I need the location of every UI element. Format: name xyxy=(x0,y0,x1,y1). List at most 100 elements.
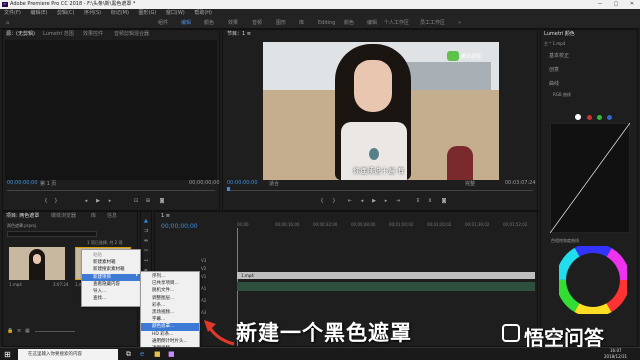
submenu-item-bars-tone[interactable]: 彩条... xyxy=(141,302,199,309)
menu-file[interactable]: 文件(F) xyxy=(0,9,25,17)
timeline-audio-clip[interactable] xyxy=(237,282,535,291)
timeline-ruler[interactable]: 00;00 00;00;16;00 00;00;32;00 00;00;48;0… xyxy=(237,222,535,234)
context-item-view-hidden[interactable]: 查看隐藏内容 xyxy=(82,281,140,288)
edge-icon[interactable]: e xyxy=(140,350,144,358)
minimize-button[interactable]: — xyxy=(592,0,608,9)
mark-out-icon[interactable]: } xyxy=(331,198,337,204)
submenu-item-offline-file[interactable]: 脱机文件... xyxy=(141,287,199,294)
track-select-tool-icon[interactable]: ⇉ xyxy=(144,228,148,234)
lock-icon[interactable]: 🔒 xyxy=(7,328,13,334)
workspace-tab[interactable]: 库 xyxy=(299,17,304,29)
lumetri-section-creative[interactable]: 创意 xyxy=(549,66,559,73)
go-to-in-icon[interactable]: ⇤ xyxy=(347,198,353,204)
home-icon[interactable]: ⌂ xyxy=(6,17,9,29)
context-item-new-item[interactable]: 新建项目 xyxy=(82,273,140,281)
menu-help[interactable]: 帮助(H) xyxy=(190,9,216,17)
mark-in-icon[interactable]: { xyxy=(43,198,49,204)
submenu-item-hd-bars[interactable]: HD 彩条... xyxy=(141,331,199,338)
step-back-icon[interactable]: ◂ xyxy=(83,198,89,204)
track-label-v1[interactable]: V1 xyxy=(201,274,206,279)
hue-curve-label[interactable]: 色相饱和度曲线 xyxy=(551,238,579,244)
camera-icon[interactable]: ◙ xyxy=(159,198,165,204)
source-timecode[interactable]: 00;00;00;00 xyxy=(7,180,38,186)
submenu-item-sequence[interactable]: 序列... xyxy=(141,273,199,280)
workspace-tab[interactable]: 员工工作区 xyxy=(420,17,445,29)
workspace-tab[interactable]: 颜色 xyxy=(344,17,354,29)
curve-channel-red[interactable] xyxy=(587,115,592,120)
tab-audio-mixer[interactable]: 音频剪辑混合器 xyxy=(114,30,149,38)
menu-graphics[interactable]: 图形(G) xyxy=(135,9,161,17)
play-icon[interactable]: ▶ xyxy=(371,198,377,204)
track-label-v3[interactable]: V3 xyxy=(201,258,206,263)
rgb-curve-graph[interactable] xyxy=(550,123,630,233)
program-timecode[interactable]: 00:00:00:00 xyxy=(227,180,258,186)
overwrite-icon[interactable]: ⊞ xyxy=(145,198,151,204)
tab-timeline[interactable]: 1 ≡ xyxy=(161,212,170,220)
timeline-timecode[interactable]: 00;00;00;00 xyxy=(161,223,198,230)
program-playhead[interactable] xyxy=(227,187,230,191)
workspace-tab[interactable]: 编辑 xyxy=(367,17,377,29)
resolution-select[interactable]: 完整 xyxy=(465,180,475,187)
go-to-out-icon[interactable]: ⇥ xyxy=(395,198,401,204)
source-page[interactable]: 第 1 页 xyxy=(40,180,56,187)
workspace-tab[interactable]: Editing xyxy=(318,17,335,29)
extract-icon[interactable]: ⊻ xyxy=(427,198,433,204)
context-item-import[interactable]: 导入... xyxy=(82,288,140,295)
menu-marker[interactable]: 标记(M) xyxy=(107,9,133,17)
slip-tool-icon[interactable]: ↔ xyxy=(144,258,148,264)
taskbar-search[interactable]: 在这里输入你要搜索的内容 xyxy=(18,349,118,360)
step-forward-icon[interactable]: ▸ xyxy=(383,198,389,204)
tab-lumetri-color[interactable]: Lumetri 颜色 xyxy=(544,30,575,38)
timeline-clip[interactable]: 1.mp4 xyxy=(237,272,535,279)
play-icon[interactable]: ▶ xyxy=(95,198,101,204)
workspace-tab[interactable]: 图形 xyxy=(276,17,286,29)
context-item-new-bin[interactable]: 新建素材箱 xyxy=(82,259,140,266)
mark-out-icon[interactable]: } xyxy=(53,198,59,204)
curve-channel-blue[interactable] xyxy=(607,115,612,120)
source-scrubber[interactable] xyxy=(7,190,215,191)
submenu-item-black-video[interactable]: 黑场视频... xyxy=(141,309,199,316)
ripple-edit-tool-icon[interactable]: ⇼ xyxy=(144,238,148,244)
step-back-icon[interactable]: ◂ xyxy=(359,198,365,204)
project-search-input[interactable] xyxy=(7,231,97,237)
track-label-v2[interactable]: V2 xyxy=(201,266,206,271)
camera-icon[interactable]: ◙ xyxy=(441,198,447,204)
project-thumbnail[interactable] xyxy=(9,247,65,280)
curve-channel-green[interactable] xyxy=(597,115,602,120)
lift-icon[interactable]: ⊼ xyxy=(415,198,421,204)
more-workspaces-icon[interactable]: » xyxy=(458,17,461,29)
track-label-a1[interactable]: A1 xyxy=(201,286,206,291)
submenu-item-captions[interactable]: 字幕... xyxy=(141,316,199,323)
close-button[interactable]: ✕ xyxy=(624,0,640,9)
submenu-item-adjustment-layer[interactable]: 调整图层... xyxy=(141,295,199,302)
project-item-name[interactable]: 1.mp4 xyxy=(9,282,22,287)
tab-info[interactable]: 信息 xyxy=(107,212,117,220)
context-item-find[interactable]: 查找... xyxy=(82,295,140,302)
menu-edit[interactable]: 编辑(E) xyxy=(26,9,51,17)
lumetri-clip-name[interactable]: 主 * 1.mp4 xyxy=(544,41,565,47)
zoom-select[interactable]: 适合 xyxy=(269,180,279,187)
mark-in-icon[interactable]: { xyxy=(319,198,325,204)
premiere-taskbar-icon[interactable]: ■ xyxy=(168,350,175,358)
step-forward-icon[interactable]: ▸ xyxy=(107,198,113,204)
tab-media-browser[interactable]: 媒体浏览器 xyxy=(51,212,76,220)
explorer-icon[interactable]: ■ xyxy=(154,350,161,358)
menu-clip[interactable]: 剪辑(C) xyxy=(53,9,78,17)
workspace-tab[interactable]: 颜色 xyxy=(204,17,214,29)
zoom-slider[interactable] xyxy=(35,331,75,332)
program-scrubber[interactable] xyxy=(227,190,533,191)
tab-source[interactable]: 源：(无剪辑) xyxy=(6,30,35,38)
hue-saturation-wheel[interactable] xyxy=(559,246,627,314)
tab-effect-controls[interactable]: 效果控件 xyxy=(83,30,103,38)
menu-window[interactable]: 窗口(W) xyxy=(162,9,189,17)
context-item-new-search-bin[interactable]: 新建搜索素材箱 xyxy=(82,266,140,273)
icon-view-icon[interactable]: ▦ xyxy=(25,328,30,334)
tab-libraries[interactable]: 库 xyxy=(91,212,96,220)
lumetri-section-curves[interactable]: 曲线 xyxy=(549,80,559,87)
track-label-a2[interactable]: A2 xyxy=(201,298,206,303)
tab-project[interactable]: 项目: 两色遮罩 xyxy=(6,212,39,220)
list-view-icon[interactable]: ≡ xyxy=(17,328,21,334)
task-view-icon[interactable]: ⧉ xyxy=(126,350,131,359)
menu-sequence[interactable]: 序列(S) xyxy=(80,9,105,17)
maximize-button[interactable]: □ xyxy=(608,0,624,9)
